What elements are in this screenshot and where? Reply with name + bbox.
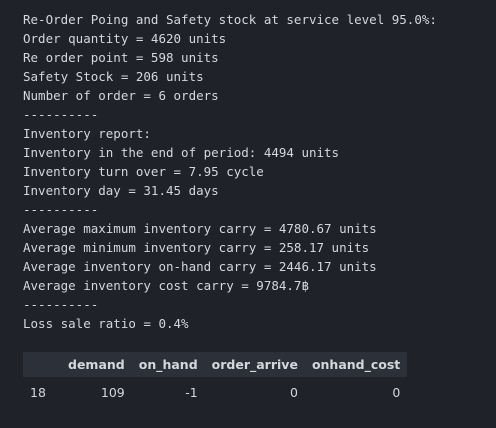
output-separator: ---------- bbox=[23, 107, 99, 122]
column-header-order-arrive: order_arrive bbox=[211, 357, 298, 372]
column-header-index bbox=[23, 352, 61, 377]
text-output: Re-Order Poing and Safety stock at servi… bbox=[23, 10, 437, 333]
output-line-inventory-report: Inventory report: bbox=[23, 126, 151, 141]
on-hand-cell: -1 bbox=[185, 384, 198, 400]
output-line-reorder-heading: Re-Order Poing and Safety stock at servi… bbox=[23, 12, 437, 27]
dataframe-table: demand on_hand order_arrive onhand_cost … bbox=[23, 352, 408, 407]
column-header-onhand-cost: onhand_cost bbox=[311, 357, 401, 372]
column-header-demand: demand bbox=[68, 357, 125, 372]
column-header-on-hand: on_hand bbox=[138, 357, 198, 372]
output-separator: ---------- bbox=[23, 202, 99, 217]
output-line-order-quantity: Order quantity = 4620 units bbox=[23, 31, 227, 46]
output-line-safety-stock: Safety Stock = 206 units bbox=[23, 69, 204, 84]
table-row: 18 109 -1 0 0 bbox=[23, 377, 407, 407]
cell-output: Re-Order Poing and Safety stock at servi… bbox=[0, 0, 496, 428]
output-line-inventory-day: Inventory day = 31.45 days bbox=[23, 183, 219, 198]
output-line-avg-onhand-carry: Average inventory on-hand carry = 2446.1… bbox=[23, 259, 377, 274]
output-line-number-of-order: Number of order = 6 orders bbox=[23, 88, 219, 103]
table-header-row: demand on_hand order_arrive onhand_cost bbox=[23, 352, 408, 377]
demand-cell: 109 bbox=[100, 384, 125, 400]
output-line-turn-over: Inventory turn over = 7.95 cycle bbox=[23, 164, 264, 179]
output-line-reorder-point: Re order point = 598 units bbox=[23, 50, 219, 65]
onhand-cost-cell: 0 bbox=[392, 384, 401, 400]
output-line-loss-sale-ratio: Loss sale ratio = 0.4% bbox=[23, 316, 189, 331]
order-arrive-cell: 0 bbox=[289, 384, 298, 400]
output-line-avg-cost-carry: Average inventory cost carry = 9784.7฿ bbox=[23, 278, 309, 293]
output-line-avg-min-carry: Average minimum inventory carry = 258.17… bbox=[23, 240, 370, 255]
output-line-inventory-end: Inventory in the end of period: 4494 uni… bbox=[23, 145, 340, 160]
output-line-avg-max-carry: Average maximum inventory carry = 4780.6… bbox=[23, 221, 377, 236]
row-index-cell: 18 bbox=[30, 384, 46, 400]
output-separator: ---------- bbox=[23, 297, 99, 312]
